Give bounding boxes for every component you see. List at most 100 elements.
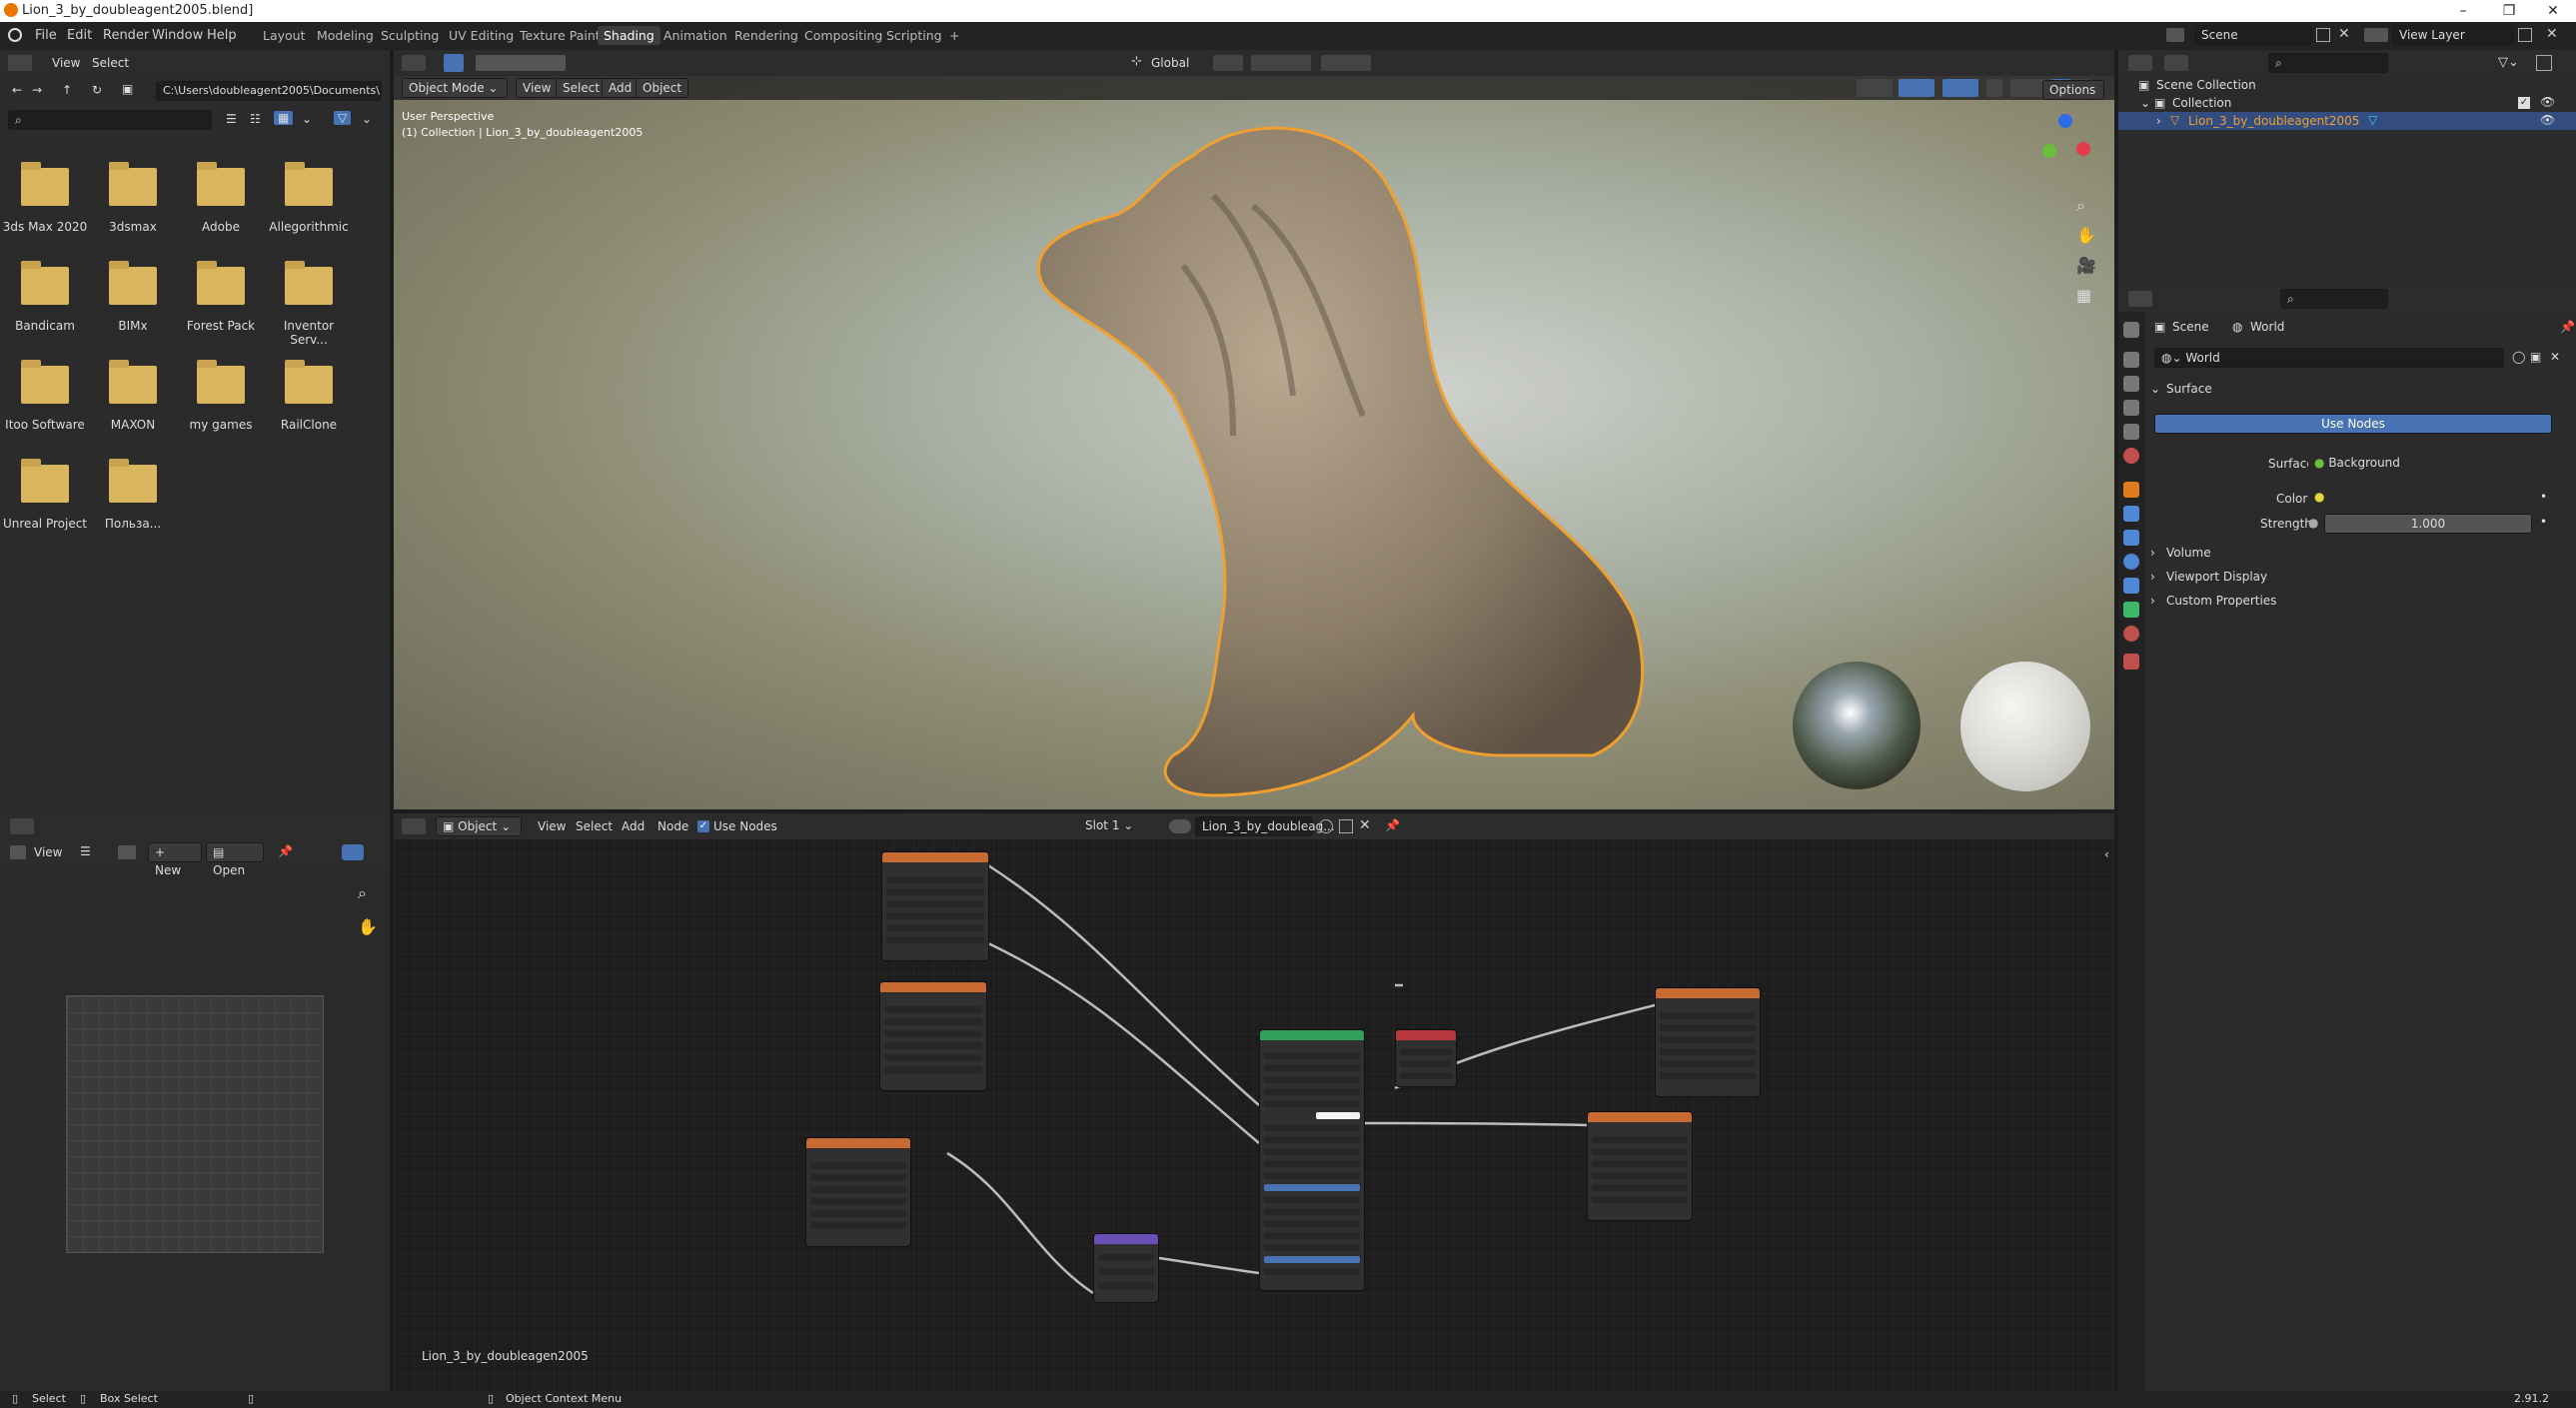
surface-panel-header[interactable]: ⌄ Surface: [2144, 378, 2576, 400]
display-list-horizontal-icon[interactable]: ☷: [250, 112, 261, 126]
visibility-icon[interactable]: [1857, 79, 1893, 97]
new-collection-icon[interactable]: [2536, 55, 2552, 71]
transform-orientation-icon[interactable]: ⊹: [1131, 54, 1143, 70]
viewport-display-panel-header[interactable]: › Viewport Display: [2144, 566, 2576, 588]
options-button[interactable]: Options: [2042, 80, 2104, 100]
delete-scene-icon[interactable]: ✕: [2338, 26, 2350, 42]
unlink-world-icon[interactable]: ✕: [2550, 350, 2560, 364]
principled-bsdf-node[interactable]: [1259, 1029, 1365, 1291]
world-fake-user-icon[interactable]: ◯: [2512, 350, 2525, 364]
overlays-icon[interactable]: [1942, 79, 1978, 97]
volume-panel-header[interactable]: › Volume: [2144, 542, 2576, 564]
folder-item[interactable]: RailClone: [266, 360, 352, 432]
image-texture-node-base-color[interactable]: [881, 851, 989, 961]
image-browse-icon[interactable]: [118, 845, 136, 859]
image-texture-node-metallic[interactable]: [1655, 987, 1761, 1097]
directory-path-input[interactable]: C:\Users\doubleagent2005\Documents\: [156, 81, 382, 101]
shader-editor-area[interactable]: ▣ Object ⌄ View Select Add Node ✓ Use No…: [394, 813, 2114, 1391]
view-layer-tab-icon[interactable]: [2123, 400, 2139, 416]
menu-object[interactable]: Object: [636, 78, 689, 98]
pan-hand-icon[interactable]: ✋: [358, 917, 378, 936]
folder-item[interactable]: Adobe: [178, 162, 264, 234]
editor-type-icon[interactable]: [8, 55, 32, 71]
display-thumbnails-icon[interactable]: ▦: [274, 111, 294, 125]
display-mode-icon[interactable]: [2164, 55, 2188, 71]
folder-item[interactable]: 3dsmax: [90, 162, 176, 234]
keyframe-dot-icon[interactable]: •: [2540, 515, 2547, 529]
expand-arrow-icon[interactable]: ›: [2156, 114, 2161, 128]
folder-item[interactable]: Inventor Serv...: [266, 261, 352, 347]
axis-z-icon[interactable]: [2058, 114, 2072, 128]
tab-uv-editing[interactable]: UV Editing: [449, 28, 514, 43]
editor-type-icon[interactable]: [2128, 55, 2152, 71]
folder-item[interactable]: BIMx: [90, 261, 176, 333]
material-output-node[interactable]: [1395, 1029, 1457, 1087]
folder-item[interactable]: Forest Pack: [178, 261, 264, 333]
outliner-search-input[interactable]: ⌕: [2268, 53, 2388, 73]
proportional-edit-icon[interactable]: [1321, 55, 1371, 71]
folder-item[interactable]: Bandicam: [2, 261, 88, 333]
data-tab-icon[interactable]: [2123, 602, 2139, 618]
tab-animation[interactable]: Animation: [663, 28, 727, 43]
select-mode-icons[interactable]: [476, 55, 566, 71]
folder-item[interactable]: 3ds Max 2020: [2, 162, 88, 234]
xray-icon[interactable]: [1986, 79, 2002, 97]
filter-icon[interactable]: ▽⌄: [2498, 55, 2522, 71]
mode-icon[interactable]: [10, 845, 26, 859]
overlay-toggle-icon[interactable]: [342, 844, 364, 860]
menu-render[interactable]: Render: [103, 28, 149, 43]
pin-icon[interactable]: 📌: [278, 844, 293, 858]
zoom-icon[interactable]: ⌕: [358, 883, 367, 903]
image-texture-node-height[interactable]: [1587, 1111, 1693, 1221]
folder-item[interactable]: Allegorithmic: [266, 162, 352, 234]
snap-icon[interactable]: [1251, 55, 1311, 71]
refresh-icon[interactable]: ↻: [92, 83, 102, 97]
menu-view[interactable]: View: [516, 78, 559, 98]
keyframe-dot-icon[interactable]: •: [2540, 490, 2547, 504]
navigation-gizmo[interactable]: [2032, 114, 2102, 184]
folder-item[interactable]: Польза...: [90, 459, 176, 531]
visibility-eye-icon[interactable]: 👁: [2540, 113, 2555, 127]
tab-rendering[interactable]: Rendering: [734, 28, 798, 43]
menu-edit[interactable]: Edit: [67, 28, 92, 43]
custom-properties-panel-header[interactable]: › Custom Properties: [2144, 590, 2576, 612]
tab-modeling[interactable]: Modeling: [317, 28, 374, 43]
view-layer-field[interactable]: View Layer: [2392, 25, 2514, 45]
pivot-icon[interactable]: [1213, 55, 1243, 71]
menu-file[interactable]: File: [35, 28, 57, 43]
mode-dropdown[interactable]: Object Mode ⌄: [402, 78, 508, 98]
properties-search-input[interactable]: ⌕: [2280, 289, 2388, 309]
filter-icon[interactable]: ▽: [334, 111, 352, 125]
menu-window[interactable]: Window: [152, 28, 203, 43]
scene-tab-icon[interactable]: [2123, 424, 2139, 440]
use-nodes-button[interactable]: Use Nodes: [2154, 414, 2552, 434]
folder-item[interactable]: MAXON: [90, 360, 176, 432]
menu-select[interactable]: Select: [92, 56, 129, 70]
output-tab-icon[interactable]: [2123, 376, 2139, 392]
pin-icon[interactable]: 📌: [2560, 320, 2575, 334]
tab-layout[interactable]: Layout: [263, 28, 306, 43]
scene-field[interactable]: Scene: [2194, 25, 2312, 45]
folder-item[interactable]: Itoo Software: [2, 360, 88, 432]
menu-select[interactable]: Select: [556, 78, 608, 98]
sidebar-toggle-icon[interactable]: ‹: [2104, 847, 2109, 861]
axis-y-icon[interactable]: [2042, 144, 2056, 158]
forward-icon[interactable]: →: [32, 83, 42, 97]
editor-type-icon[interactable]: [2128, 291, 2152, 307]
gizmo-toggle-icon[interactable]: [1899, 79, 1934, 97]
tab-texture-paint[interactable]: Texture Paint: [520, 28, 601, 43]
transform-orientation[interactable]: Global: [1151, 56, 1189, 70]
modifier-tab-icon[interactable]: [2123, 506, 2139, 522]
display-list-vertical-icon[interactable]: ☰: [226, 112, 237, 126]
file-search-input[interactable]: ⌕: [8, 110, 212, 130]
pan-hand-icon[interactable]: ✋: [2076, 226, 2096, 245]
menu-add[interactable]: Add: [602, 78, 640, 98]
close-icon[interactable]: ✕: [2530, 0, 2576, 22]
editor-type-icon[interactable]: [402, 55, 426, 71]
image-texture-node-roughness[interactable]: [879, 981, 987, 1091]
delete-view-layer-icon[interactable]: ✕: [2546, 26, 2558, 42]
axis-x-icon[interactable]: [2076, 142, 2090, 156]
maximize-icon[interactable]: ❐: [2486, 0, 2532, 22]
add-workspace-icon[interactable]: +: [949, 28, 959, 43]
material-tab-icon[interactable]: [2123, 626, 2139, 642]
